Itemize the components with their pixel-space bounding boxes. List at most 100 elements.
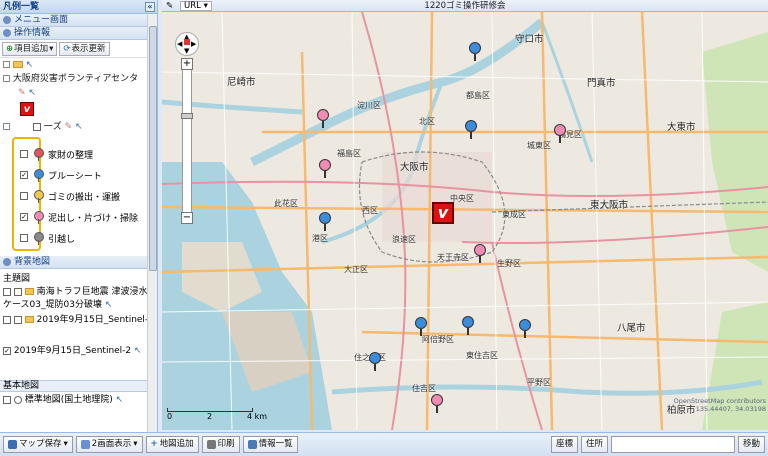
volunteer-logo-icon: v — [20, 102, 34, 116]
zoom-slider[interactable] — [181, 60, 193, 220]
legend-checkbox-1[interactable]: ✓ — [20, 171, 28, 179]
place-label-1: 門真市 — [587, 78, 616, 89]
blue-marker[interactable] — [465, 120, 477, 140]
marker-stem — [467, 328, 469, 335]
place-label-3: 大東市 — [667, 122, 696, 133]
radio-icon[interactable] — [13, 395, 22, 404]
move-label: 移動 — [742, 439, 760, 449]
add-item-button[interactable]: ⊕ 項目追加 ▾ — [2, 42, 58, 56]
scale-bar: 0 2 4 km — [167, 408, 267, 421]
place-label-18: 港区 — [312, 234, 328, 243]
coord-search-button[interactable]: 座標 — [550, 436, 578, 453]
legend-item-3[interactable]: ✓ 泥出し・片づけ・掃除 — [20, 208, 138, 226]
map-title: 1220ゴミ操作研修会 — [424, 1, 506, 11]
info-list-button[interactable]: 情報一覧 — [242, 436, 298, 453]
map-toolbar: ✎ URL ▾ 1220ゴミ操作研修会 — [162, 0, 768, 12]
zoom-slider-handle[interactable] — [181, 113, 193, 119]
attribution-text: OpenStreetMap contributors — [673, 397, 766, 405]
place-label-8: 淀川区 — [357, 101, 381, 110]
marker-stem — [322, 121, 324, 128]
legend-label-1: ブルーシート — [48, 171, 102, 182]
scale-label-4: 4 km — [247, 412, 268, 421]
add-map-button[interactable]: + 地図追加 — [145, 436, 199, 453]
legend-checkbox-3[interactable]: ✓ — [20, 213, 28, 221]
ops-button-bar: ⊕ 項目追加 ▾ ⟳ 表示更新 — [0, 40, 157, 58]
pink-marker[interactable] — [431, 394, 443, 414]
place-label-15: 生野区 — [497, 259, 521, 268]
marker-stem — [524, 331, 526, 338]
pink-pin-icon — [34, 211, 44, 224]
theme-row-3[interactable]: ✓ 2019年9月15日_Sentinel-2 ↖ — [3, 344, 147, 358]
tree-group-row[interactable]: 大阪府災害ボランティアセンタ — [0, 72, 157, 86]
scrollbar-thumb[interactable] — [149, 26, 157, 271]
section-bg-label: 背景地図 — [14, 257, 51, 267]
edit-icon: ✎ — [18, 88, 26, 98]
print-label: 印刷 — [217, 439, 235, 449]
theme-row-0[interactable]: 南海トラフ巨地震 津波浸水深 — [3, 285, 157, 299]
legend-item-1[interactable]: ✓ ブルーシート — [20, 166, 102, 184]
blue-marker[interactable] — [469, 42, 481, 62]
zoom-out-button[interactable]: − — [181, 212, 193, 224]
theme-row-1[interactable]: ケース03_堤防03分破壊 ↖ — [3, 298, 147, 312]
volunteer-center-logo-icon[interactable]: v — [432, 202, 454, 224]
legend-checkbox-0[interactable] — [20, 150, 28, 158]
theme-checkbox-0[interactable] — [13, 287, 22, 296]
sidebar-collapse-button[interactable]: « — [145, 2, 155, 12]
gray-pin-icon — [34, 232, 44, 245]
section-menu-label: メニュー画面 — [14, 15, 69, 25]
blue-marker[interactable] — [319, 212, 331, 232]
chevron-down-icon: ▼ — [184, 47, 190, 55]
section-ops[interactable]: 操作情報 — [0, 27, 157, 40]
base-map-row[interactable]: 標準地図(国土地理院) ↖ — [3, 393, 147, 407]
theme-row-2[interactable]: 2019年9月15日_Sentinel-2 — [3, 313, 154, 327]
save-map-button[interactable]: マップ保存 ▾ — [3, 436, 73, 453]
legend-item-0[interactable]: 家財の整理 — [20, 145, 93, 163]
refresh-button[interactable]: ⟳ 表示更新 — [59, 42, 110, 56]
pink-marker[interactable] — [474, 244, 486, 264]
place-label-14: 天王寺区 — [437, 253, 469, 262]
map-canvas[interactable]: 守口市 門真市 尼崎市 大東市 東大阪市 八尾市 大阪市 柏原市 淀川区 北区 … — [162, 12, 768, 430]
blue-marker[interactable] — [462, 316, 474, 336]
folder-icon — [12, 61, 23, 68]
pan-control[interactable]: ▲ ◀ ▶ ▼ — [175, 32, 199, 56]
place-label-12: 西区 — [362, 206, 378, 215]
legend-label-3: 泥出し・片づけ・掃除 — [48, 213, 139, 224]
dual-view-button[interactable]: 2画面表示 ▾ — [75, 436, 143, 453]
scale-label-0: 0 — [167, 412, 173, 421]
tree-expand-icon — [3, 75, 10, 82]
list-icon — [247, 440, 257, 449]
sidebar-scrollbar[interactable] — [147, 14, 157, 432]
legend-checkbox-4[interactable] — [20, 234, 28, 242]
blue-marker[interactable] — [369, 352, 381, 372]
chevron-left-icon: ◀ — [177, 40, 183, 48]
home-icon — [184, 39, 190, 45]
zoom-in-button[interactable]: + — [181, 58, 193, 70]
blue-marker[interactable] — [519, 319, 531, 339]
print-button[interactable]: 印刷 — [201, 436, 240, 453]
sub-layer-checkbox[interactable] — [32, 122, 41, 131]
city-center-block — [382, 152, 492, 242]
pink-marker[interactable] — [319, 159, 331, 179]
blue-marker[interactable] — [415, 317, 427, 337]
tree-root-row[interactable]: ↖ — [0, 58, 157, 72]
chevron-down-icon: ▾ — [63, 439, 68, 449]
legend-item-4[interactable]: 引越し — [20, 229, 75, 247]
place-label-16: 浪速区 — [392, 235, 416, 244]
legend-checkbox-2[interactable] — [20, 192, 28, 200]
pink-marker[interactable] — [317, 109, 329, 129]
marker-head — [319, 212, 331, 224]
theme-checkbox-2[interactable] — [13, 315, 22, 324]
address-search-button[interactable]: 住所 — [580, 436, 608, 453]
pink-marker[interactable] — [554, 124, 566, 144]
tree-sub-row[interactable]: 一ズ ✎ ↖ — [0, 120, 157, 134]
section-bg-map[interactable]: 背景地図 — [0, 256, 147, 269]
move-button[interactable]: 移動 — [737, 436, 765, 453]
theme-checkbox-3[interactable]: ✓ — [3, 346, 11, 355]
marker-head — [317, 109, 329, 121]
section-menu[interactable]: メニュー画面 — [0, 14, 157, 27]
location-input[interactable] — [610, 436, 735, 453]
legend-item-2[interactable]: ゴミの搬出・運搬 — [20, 187, 120, 205]
place-label-25: 福島区 — [337, 149, 361, 158]
save-icon — [8, 440, 17, 449]
dual-view-icon — [80, 440, 90, 449]
